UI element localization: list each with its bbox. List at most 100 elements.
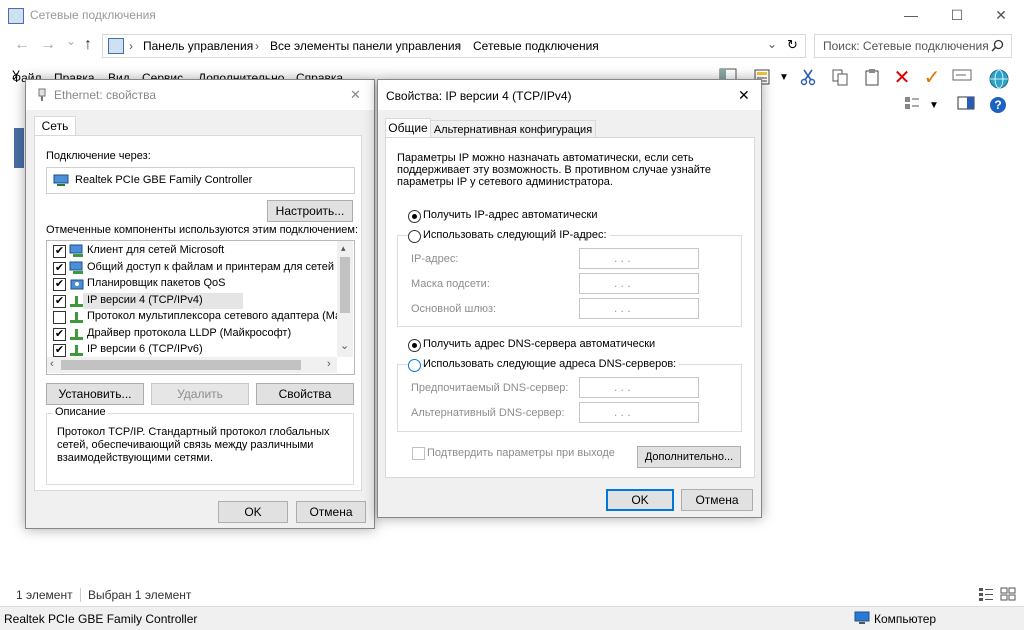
component-row[interactable]: ✔ Драйвер протокола LLDP (Майкрософт) [47, 326, 337, 342]
connect-via-label: Подключение через: [46, 150, 151, 162]
uninstall-button[interactable]: Удалить [151, 383, 249, 405]
scroll-down-icon[interactable]: ⌄ [340, 339, 349, 352]
properties-button[interactable]: Свойства [256, 383, 354, 405]
subnet-mask-input[interactable]: . . . [579, 273, 699, 294]
radio-dns-manual-label[interactable]: Использовать следующие адреса DNS-сервер… [423, 358, 680, 370]
breadcrumb-all-items[interactable]: Все элементы панели управления [270, 39, 461, 53]
breadcrumb-control-panel[interactable]: Панель управления [143, 39, 253, 53]
description-text: Протокол TCP/IP. Стандартный протокол гл… [57, 426, 330, 464]
component-row[interactable]: Протокол мультиплексора сетевого адаптер… [47, 309, 347, 325]
address-bar[interactable]: › Панель управления › Все элементы панел… [102, 34, 806, 58]
component-row[interactable]: ✔ IP версии 6 (TCP/IPv6) [47, 342, 337, 358]
component-checkbox[interactable]: ✔ [53, 245, 66, 258]
dialog-titlebar: Ethernet: свойства ✕ [26, 80, 374, 110]
hscrollbar-thumb[interactable] [61, 360, 301, 370]
network-globe-icon[interactable] [988, 68, 1009, 89]
details-view-icon[interactable] [978, 587, 994, 604]
validate-on-exit-label[interactable]: Подтвердить параметры при выходе [427, 447, 615, 459]
delete-icon[interactable]: ✕ [892, 68, 912, 88]
scrollbar-thumb[interactable] [340, 257, 350, 313]
component-checkbox[interactable]: ✔ [53, 344, 66, 357]
ok-button[interactable]: OK [606, 489, 674, 511]
tab-network[interactable]: Сеть [34, 116, 76, 135]
preferred-dns-input[interactable]: . . . [579, 377, 699, 398]
alternate-dns-input[interactable]: . . . [579, 402, 699, 423]
dialog-close-button[interactable]: ✕ [738, 87, 750, 104]
cancel-button[interactable]: Отмена [681, 489, 753, 511]
ip-dots: . . . [614, 405, 631, 419]
large-icons-view-icon[interactable] [1000, 587, 1016, 604]
search-placeholder: Поиск: Сетевые подключения [823, 39, 989, 53]
menu-letter: У [12, 68, 20, 82]
vertical-scrollbar[interactable]: ▴ ⌄ [337, 241, 353, 357]
forward-icon[interactable]: → [40, 36, 56, 54]
component-row[interactable]: ✔ Планировщик пакетов QoS [47, 276, 337, 292]
ip-address-label: IP-адрес: [411, 253, 459, 265]
scroll-up-icon[interactable]: ▴ [341, 243, 346, 254]
horizontal-scrollbar[interactable]: ‹ › [47, 357, 337, 373]
breadcrumb-network-connections[interactable]: Сетевые подключения [473, 39, 599, 53]
radio-ip-manual[interactable] [408, 230, 421, 243]
radio-ip-auto-label[interactable]: Получить IP-адрес автоматически [423, 209, 597, 221]
properties-dropdown-icon[interactable]: ▼ [774, 68, 794, 88]
component-row[interactable]: ✔ Общий доступ к файлам и принтерам для с… [47, 260, 349, 276]
validate-on-exit-checkbox[interactable] [412, 447, 425, 460]
address-dropdown-icon[interactable]: ⌄ [767, 37, 777, 51]
recent-dropdown-icon[interactable]: ⌄ [66, 34, 76, 48]
close-button[interactable]: ✕ [978, 0, 1024, 30]
checkmark-icon[interactable]: ✓ [922, 68, 942, 88]
gateway-label: Основной шлюз: [411, 303, 497, 315]
component-label: Драйвер протокола LLDP (Майкрософт) [87, 326, 292, 339]
help-icon[interactable]: ? [988, 96, 1008, 116]
change-view-icon[interactable] [902, 96, 922, 116]
component-checkbox[interactable]: ✔ [53, 294, 66, 308]
folder-icon [14, 128, 24, 168]
component-row[interactable]: ✔ IP версии 4 (TCP/IPv4) [53, 292, 243, 309]
dialog-title: Ethernet: свойства [54, 88, 157, 102]
configure-button[interactable]: Настроить... [267, 200, 353, 222]
adapter-field: Realtek PCIe GBE Family Controller [46, 167, 355, 194]
refresh-icon[interactable]: ↻ [787, 37, 798, 53]
ip-dots: . . . [614, 251, 631, 265]
network-connections-icon [8, 8, 24, 24]
maximize-button[interactable]: ☐ [934, 0, 980, 30]
radio-dns-auto[interactable] [408, 339, 421, 352]
ip-dots: . . . [614, 380, 631, 394]
search-input[interactable]: Поиск: Сетевые подключения [814, 34, 1012, 58]
up-icon[interactable]: ↑ [84, 36, 92, 54]
scroll-left-icon[interactable]: ‹ [50, 358, 54, 370]
navigation-pane: У [0, 68, 24, 584]
radio-dns-manual[interactable] [408, 359, 421, 372]
gateway-input[interactable]: . . . [579, 298, 699, 319]
component-checkbox[interactable]: ✔ [53, 278, 66, 291]
rename-icon[interactable] [952, 68, 972, 88]
advanced-button[interactable]: Дополнительно... [637, 446, 741, 468]
component-checkbox[interactable]: ✔ [53, 327, 66, 341]
cancel-button[interactable]: Отмена [296, 501, 366, 523]
preview-pane-icon[interactable] [956, 96, 976, 116]
dialog-close-button[interactable]: ✕ [350, 87, 361, 103]
paste-icon[interactable] [862, 68, 882, 88]
components-list: ✔ Клиент для сетей Microsoft ✔ Общий доступ… [46, 240, 355, 375]
scroll-right-icon[interactable]: › [327, 358, 331, 370]
radio-dns-auto-label[interactable]: Получить адрес DNS-сервера автоматически [423, 338, 655, 350]
copy-icon[interactable] [830, 68, 850, 88]
ok-button[interactable]: OK [218, 501, 288, 523]
cut-icon[interactable] [798, 68, 818, 88]
ip-address-input[interactable]: . . . [579, 248, 699, 269]
view-dropdown-icon[interactable]: ▼ [924, 96, 944, 116]
radio-ip-auto[interactable] [408, 210, 421, 223]
network-client-icon [69, 244, 83, 257]
minimize-button[interactable]: — [888, 0, 934, 30]
preferred-dns-label: Предпочитаемый DNS-сервер: [411, 382, 569, 394]
install-button[interactable]: Установить... [46, 383, 144, 405]
network-adapter-icon [53, 174, 69, 190]
breadcrumb-separator: › [457, 39, 461, 53]
tab-general[interactable]: Общие [385, 118, 431, 139]
control-panel-icon [108, 38, 124, 54]
back-icon[interactable]: ← [14, 36, 30, 54]
component-row[interactable]: ✔ Клиент для сетей Microsoft [47, 243, 337, 259]
component-checkbox[interactable]: ✔ [53, 261, 66, 275]
component-checkbox[interactable] [53, 311, 66, 324]
radio-ip-manual-label[interactable]: Использовать следующий IP-адрес: [423, 229, 610, 241]
